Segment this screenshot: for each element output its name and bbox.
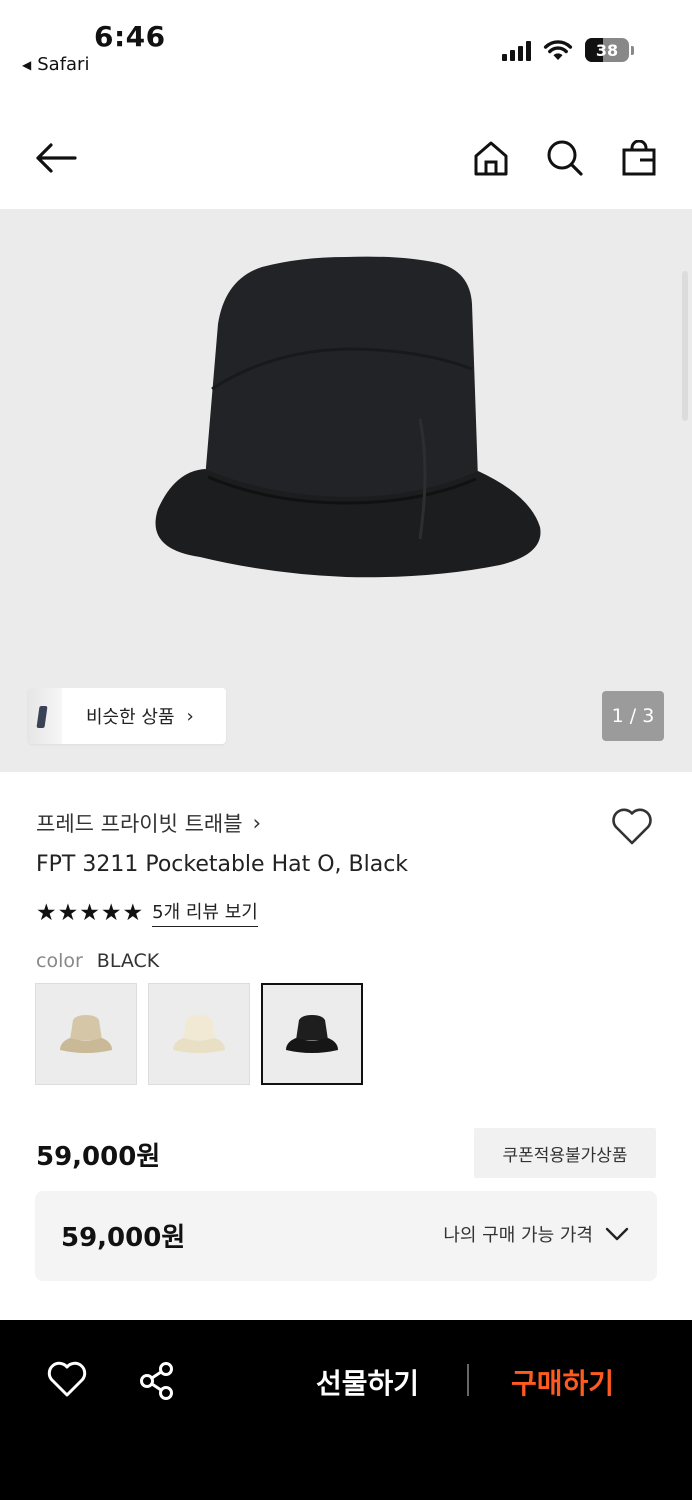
- bucket-hat-thumbnail: [173, 1015, 225, 1053]
- my-price-label: 나의 구매 가능 가격: [443, 1225, 593, 1246]
- shopping-bag-icon: [622, 140, 656, 176]
- star-icon: ★: [79, 899, 100, 926]
- wishlist-bottom-button[interactable]: [46, 1360, 88, 1402]
- product-price: 59,000원: [36, 1142, 161, 1172]
- button-divider: [467, 1364, 469, 1396]
- back-app-label: Safari: [37, 54, 90, 75]
- cellular-signal-icon: [502, 39, 531, 61]
- back-arrow-icon: [36, 143, 77, 173]
- color-label: color: [36, 950, 83, 972]
- coupon-badge: 쿠폰적용불가상품: [474, 1128, 656, 1178]
- heart-outline-icon: [612, 808, 652, 845]
- star-icon: ★: [36, 899, 57, 926]
- status-time: 6:46: [94, 20, 166, 53]
- my-price-value: 59,000원: [61, 1223, 186, 1253]
- back-to-safari[interactable]: ◀ Safari: [22, 54, 89, 75]
- battery-level: 38: [595, 40, 619, 60]
- product-image-gallery[interactable]: 비슷한 상품 › 1 / 3: [0, 209, 692, 772]
- star-icon: ★: [57, 899, 79, 926]
- back-button[interactable]: [30, 134, 82, 182]
- bucket-hat-thumbnail: [60, 1015, 112, 1053]
- color-swatch-black[interactable]: [261, 983, 363, 1085]
- chevron-down-icon: [605, 1227, 629, 1241]
- cart-button[interactable]: [614, 134, 664, 182]
- color-option-row: color BLACK: [36, 950, 159, 972]
- chevron-right-icon: ›: [252, 811, 261, 835]
- gift-button[interactable]: 선물하기: [316, 1362, 419, 1402]
- similar-products-button[interactable]: 비슷한 상품 ›: [28, 688, 226, 744]
- my-price-box[interactable]: 59,000원 나의 구매 가능 가격: [35, 1191, 657, 1281]
- my-price-toggle[interactable]: 나의 구매 가능 가격: [443, 1221, 629, 1247]
- scroll-indicator: [682, 271, 688, 421]
- color-value: BLACK: [96, 950, 160, 972]
- similar-products-label: 비슷한 상품: [86, 707, 175, 728]
- rating-stars: ★ ★ ★ ★ ★: [36, 899, 144, 926]
- color-swatches: [35, 983, 363, 1085]
- color-swatch-beige[interactable]: [35, 983, 137, 1085]
- status-icons: 38: [502, 38, 634, 62]
- share-button[interactable]: [136, 1360, 178, 1402]
- review-link[interactable]: 5개 리뷰 보기: [152, 898, 258, 927]
- heart-outline-icon: [47, 1361, 87, 1397]
- color-swatch-cream[interactable]: [148, 983, 250, 1085]
- top-navigation: [0, 120, 692, 196]
- wifi-icon: [543, 40, 573, 60]
- brand-name: 프레드 프라이빗 트래블: [36, 812, 243, 836]
- bucket-hat-thumbnail: [286, 1015, 338, 1053]
- search-button[interactable]: [540, 134, 590, 182]
- battery-tip: [631, 45, 634, 55]
- wishlist-button[interactable]: [610, 806, 654, 850]
- similar-product-thumbnail: [28, 688, 62, 744]
- battery-icon: 38: [585, 38, 629, 62]
- chevron-right-icon: ›: [186, 705, 194, 727]
- back-triangle-icon: ◀: [22, 57, 32, 72]
- share-icon: [140, 1362, 173, 1400]
- buy-button[interactable]: 구매하기: [511, 1362, 614, 1402]
- star-icon: ★: [100, 899, 122, 926]
- bottom-action-bar: 선물하기 구매하기: [0, 1320, 692, 1500]
- product-name: FPT 3211 Pocketable Hat O, Black: [36, 852, 409, 877]
- image-page-counter: 1 / 3: [602, 691, 664, 741]
- home-button[interactable]: [466, 134, 516, 182]
- brand-link[interactable]: 프레드 프라이빗 트래블 ›: [36, 808, 261, 838]
- rating-row: ★ ★ ★ ★ ★ 5개 리뷰 보기: [36, 898, 258, 927]
- search-icon: [547, 140, 583, 176]
- home-icon: [474, 141, 508, 176]
- status-bar: 6:46 ◀ Safari 38: [0, 0, 692, 90]
- star-icon: ★: [122, 899, 144, 926]
